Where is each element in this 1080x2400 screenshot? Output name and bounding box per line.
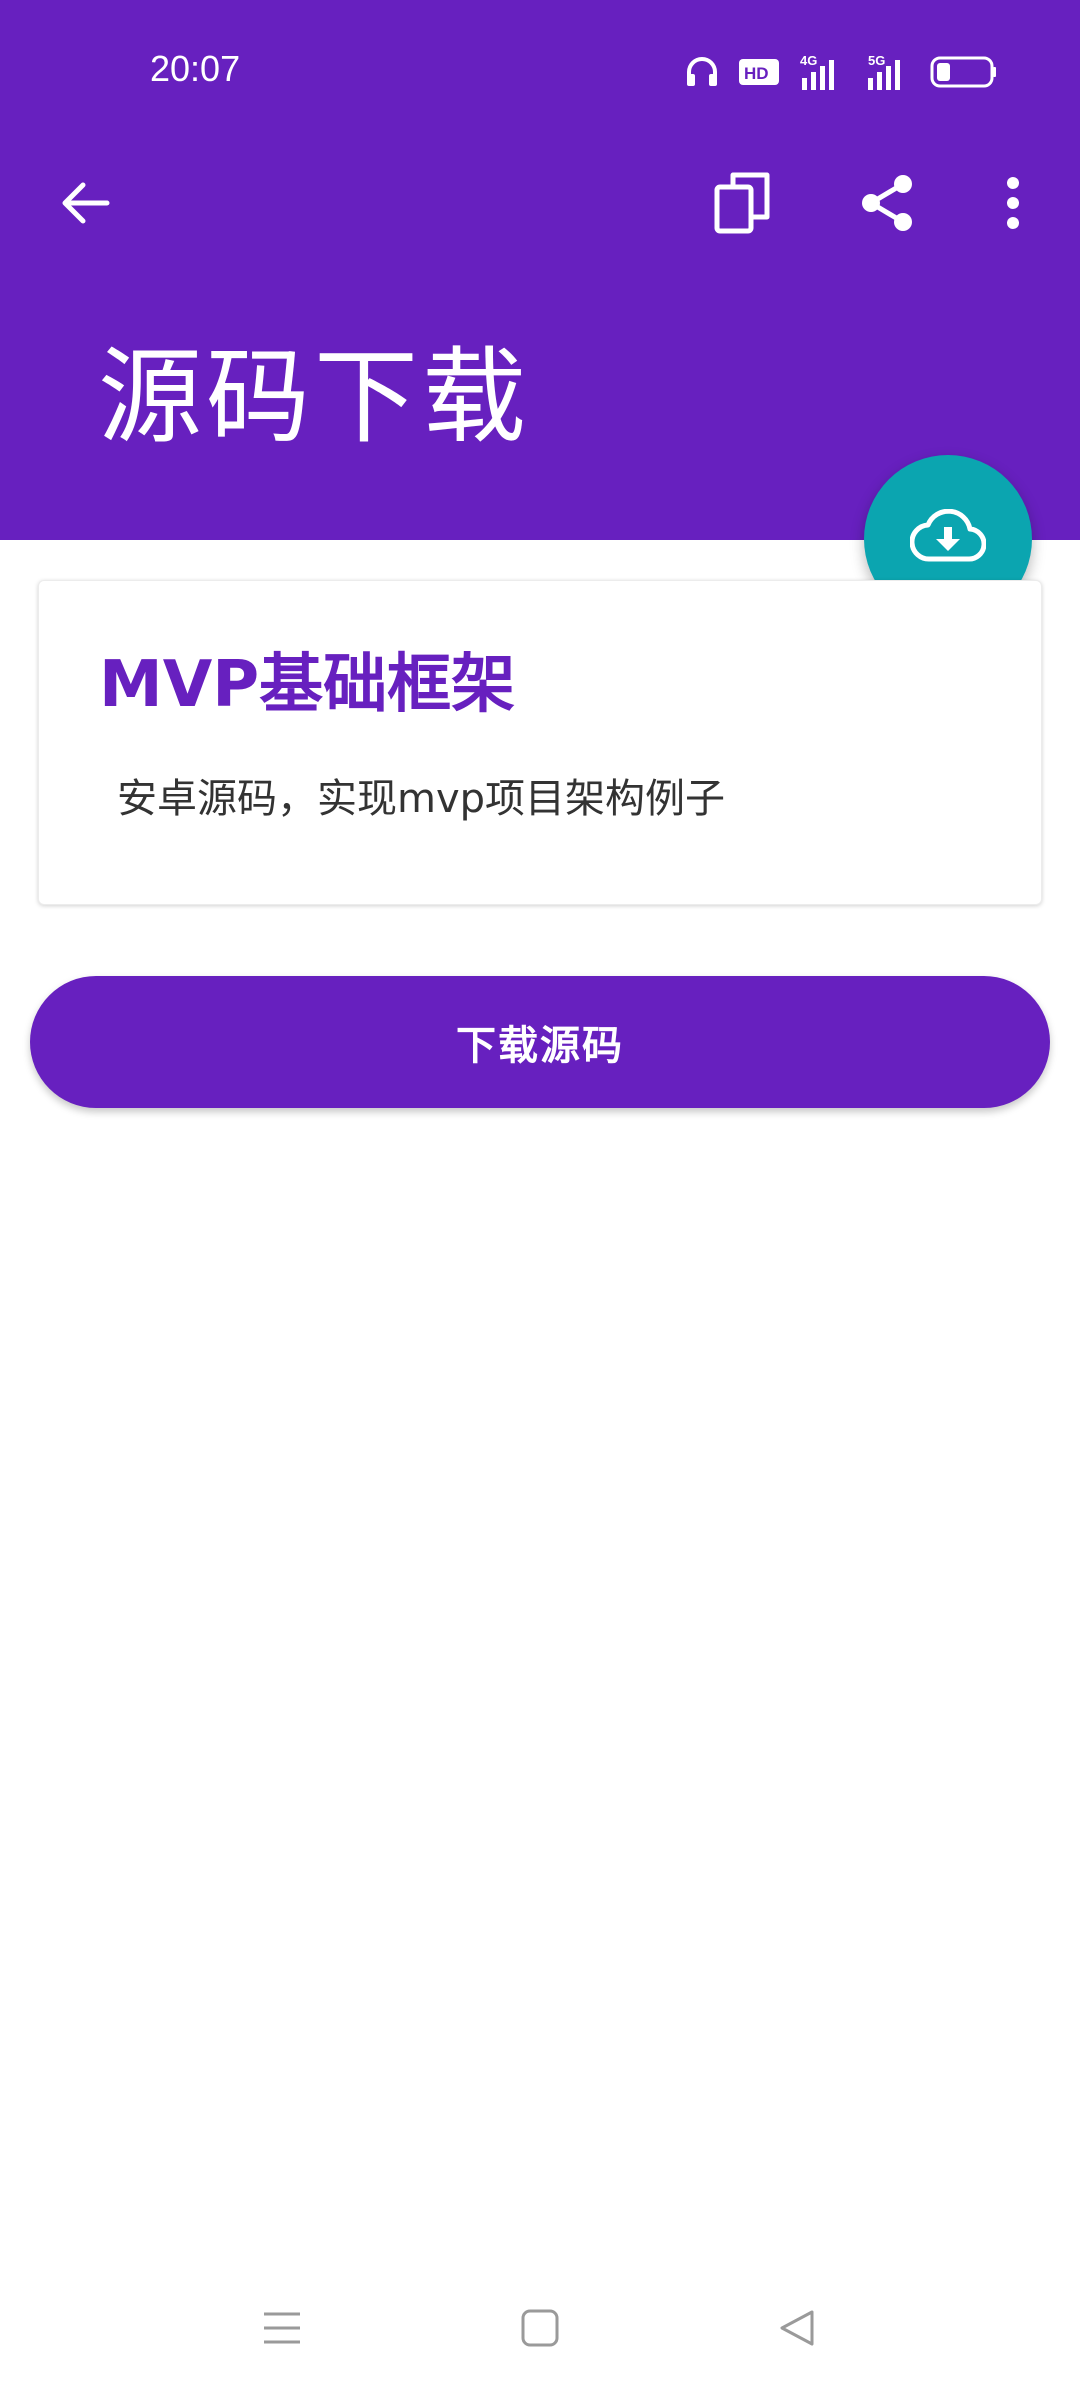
download-source-button[interactable]: 下载源码 (30, 976, 1050, 1108)
more-options-button[interactable] (958, 150, 1068, 260)
copy-icon (711, 169, 775, 241)
nav-home-button[interactable] (490, 2280, 590, 2380)
share-icon (859, 173, 915, 237)
hd-label: HD (744, 64, 769, 83)
headphones-icon (684, 54, 720, 90)
hd-icon: HD (738, 56, 780, 88)
status-icons: HD 4G 5G (684, 50, 998, 94)
network-4g-label: 4G (800, 53, 817, 68)
cloud-download-icon (909, 508, 987, 569)
nav-back-button[interactable] (748, 2280, 848, 2380)
source-card: MVP基础框架 安卓源码，实现mvp项目架构例子 (38, 580, 1042, 905)
system-nav-bar (0, 2280, 1080, 2380)
more-vert-icon (1003, 175, 1023, 235)
card-title: MVP基础框架 (99, 648, 516, 722)
card-description: 安卓源码，实现mvp项目架构例子 (117, 776, 726, 822)
status-time: 20:07 (150, 48, 241, 89)
copy-button[interactable] (688, 150, 798, 260)
share-button[interactable] (832, 150, 942, 260)
menu-icon (262, 2308, 302, 2352)
arrow-back-icon (57, 175, 113, 235)
app-screen: 20:07 HD 4G 5G 源码下载 MVP基础框架 安卓源码，实现mvp项目… (0, 0, 1080, 2400)
signal-5g-icon: 5G (864, 52, 912, 92)
home-square-icon (520, 2308, 560, 2352)
nav-menu-button[interactable] (232, 2280, 332, 2380)
toolbar (0, 150, 1080, 260)
page-title: 源码下载 (98, 336, 531, 458)
back-triangle-icon (778, 2308, 818, 2352)
status-bar: 20:07 HD 4G 5G (0, 0, 1080, 140)
network-5g-label: 5G (868, 53, 885, 68)
signal-4g-icon: 4G (798, 52, 846, 92)
back-button[interactable] (30, 150, 140, 260)
battery-icon (930, 55, 998, 89)
app-header: 20:07 HD 4G 5G 源码下载 (0, 0, 1080, 540)
